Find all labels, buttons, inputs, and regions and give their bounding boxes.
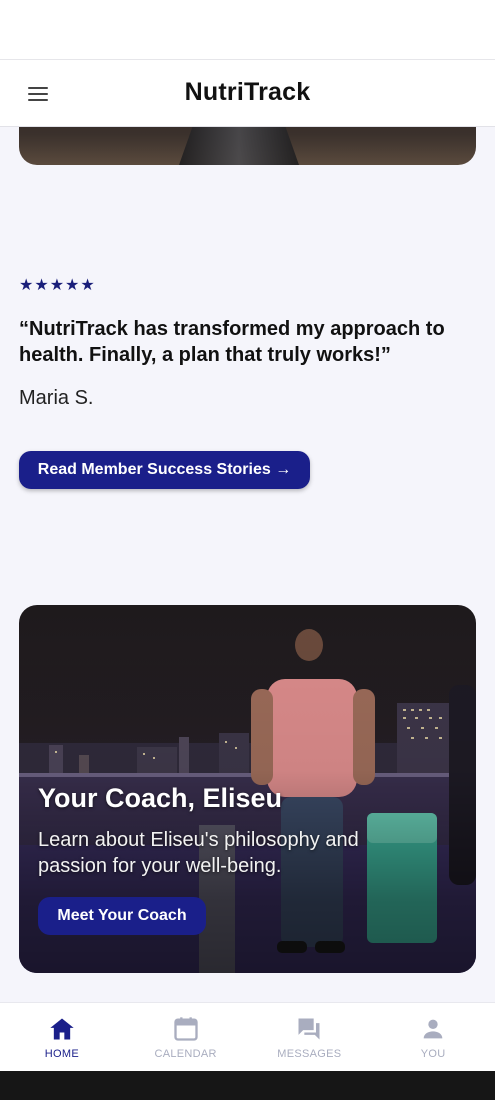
- nav-label-calendar: CALENDAR: [154, 1048, 217, 1060]
- main-content[interactable]: ★★★★★ “NutriTrack has transformed my app…: [0, 127, 495, 1002]
- testimonial-quote: “NutriTrack has transformed my approach …: [19, 318, 445, 366]
- top-app-bar: NutriTrack: [0, 59, 495, 127]
- person-icon: [423, 1019, 443, 1039]
- coach-description: Learn about Eliseu's philosophy and pass…: [38, 829, 359, 877]
- nav-item-you[interactable]: YOU: [371, 1003, 495, 1071]
- system-navigation-bar: [0, 1071, 495, 1100]
- nav-label-home: HOME: [44, 1048, 79, 1060]
- nav-item-messages[interactable]: MESSAGES: [248, 1003, 372, 1071]
- nav-label-you: YOU: [420, 1048, 446, 1060]
- nav-label-messages: MESSAGES: [277, 1048, 342, 1060]
- messages-icon: [298, 1018, 320, 1040]
- nav-item-calendar[interactable]: CALENDAR: [124, 1003, 248, 1071]
- meet-your-coach-button[interactable]: Meet Your Coach: [38, 897, 206, 935]
- app-title: NutriTrack: [184, 78, 311, 106]
- read-success-stories-button[interactable]: Read Member Success Stories →: [19, 451, 310, 489]
- home-icon: [50, 1018, 74, 1040]
- bottom-navigation: HOME CALENDAR MESSAGES YOU: [0, 1002, 495, 1071]
- status-bar: [0, 0, 495, 59]
- previous-card-image: [19, 127, 476, 165]
- calendar-icon: [173, 1017, 198, 1041]
- coach-title: Your Coach, Eliseu: [38, 783, 283, 813]
- coach-card[interactable]: Your Coach, Eliseu Learn about Eliseu's …: [19, 605, 476, 973]
- testimonial-author: Maria S.: [19, 387, 94, 409]
- nav-item-home[interactable]: HOME: [0, 1003, 124, 1071]
- rating-stars: ★★★★★: [19, 277, 96, 294]
